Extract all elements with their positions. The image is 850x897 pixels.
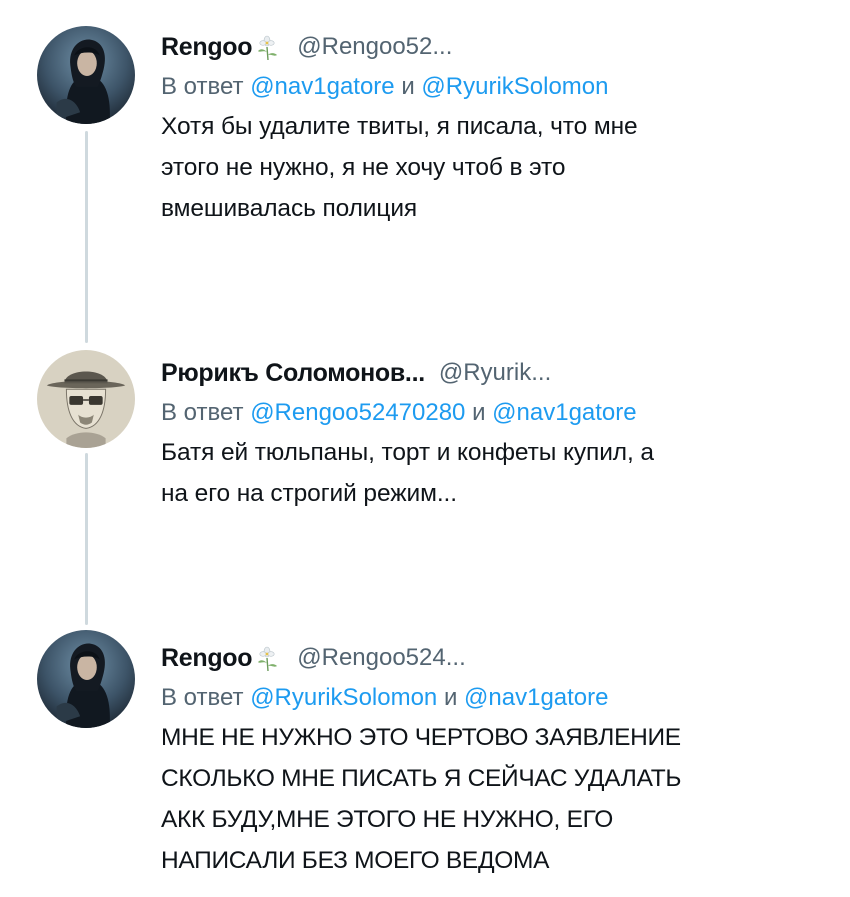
tweet-header: Rengoo @Rengoo52... [161, 30, 810, 64]
display-name[interactable]: Rengoo [161, 644, 253, 673]
reply-thread: Rengoo @Rengoo52... В ответ @nav1gatore … [0, 0, 850, 897]
reply-prefix: В ответ [161, 684, 244, 711]
tweet[interactable]: Rengoo @Rengoo524... В ответ @RyurikSolo… [0, 620, 850, 897]
tweet-header: Рюрикъ Соломонов... @Ryurik... [161, 356, 810, 390]
reply-joiner: и [472, 399, 486, 426]
tweet[interactable]: Рюрикъ Соломонов... @Ryurik... В ответ @… [0, 330, 850, 620]
tweet-text-line: Батя ей тюльпаны, торт и конфеты купил, … [161, 439, 654, 466]
reply-prefix: В ответ [161, 73, 244, 100]
tweet-text: МНЕ НЕ НУЖНО ЭТО ЧЕРТОВО ЗАЯВЛЕНИЕ СКОЛЬ… [161, 717, 810, 881]
mention-link[interactable]: @RyurikSolomon [421, 73, 608, 100]
replying-to: В ответ @Rengoo52470280 и @nav1gatore [161, 397, 810, 429]
mention-link[interactable]: @nav1gatore [464, 684, 608, 711]
tweet-header: Rengoo @Rengoo524... [161, 641, 810, 675]
tweet-text-line: на его на строгий режим... [161, 480, 457, 507]
heisenberg-sketch-avatar [37, 350, 135, 448]
flower-icon [255, 644, 281, 672]
replying-to: В ответ @RyurikSolomon и @nav1gatore [161, 682, 810, 714]
avatar[interactable] [37, 350, 135, 448]
mention-link[interactable]: @Rengoo52470280 [250, 399, 465, 426]
user-handle[interactable]: @Rengoo524... [297, 644, 465, 672]
flower-icon [255, 33, 281, 61]
display-name[interactable]: Рюрикъ Соломонов... [161, 359, 425, 388]
tweet-text: Батя ей тюльпаны, торт и конфеты купил, … [161, 432, 810, 514]
tweet-text-line: Хотя бы удалите твиты, я писала, что мне [161, 113, 638, 140]
replying-to: В ответ @nav1gatore и @RyurikSolomon [161, 71, 810, 103]
reply-prefix: В ответ [161, 399, 244, 426]
reply-joiner: и [401, 73, 415, 100]
mention-link[interactable]: @RyurikSolomon [250, 684, 437, 711]
user-handle[interactable]: @Rengoo52... [297, 33, 452, 61]
tweet[interactable]: Rengoo @Rengoo52... В ответ @nav1gatore … [0, 0, 850, 330]
tweet-text-line: вмешивалась полиция [161, 195, 418, 222]
tweet-text-line: этого не нужно, я не хочу чтоб в это [161, 154, 566, 181]
tweet-text: Хотя бы удалите твиты, я писала, что мне… [161, 106, 810, 229]
display-name[interactable]: Rengoo [161, 33, 253, 62]
tweet-text-line: СКОЛЬКО МНЕ ПИСАТЬ Я СЕЙЧАС УДАЛАТЬ [161, 765, 682, 792]
girl-dark-portrait-avatar [37, 630, 135, 728]
user-handle[interactable]: @Ryurik... [439, 359, 551, 387]
mention-link[interactable]: @nav1gatore [250, 73, 394, 100]
tweet-text-line: АКК БУДУ,МНЕ ЭТОГО НЕ НУЖНО, ЕГО [161, 806, 613, 833]
girl-dark-portrait-avatar [37, 26, 135, 124]
avatar[interactable] [37, 630, 135, 728]
reply-joiner: и [443, 684, 458, 711]
mention-link[interactable]: @nav1gatore [492, 399, 636, 426]
tweet-text-line: НАПИСАЛИ БЕЗ МОЕГО ВЕДОМА [161, 847, 550, 874]
avatar[interactable] [37, 26, 135, 124]
tweet-text-line: МНЕ НЕ НУЖНО ЭТО ЧЕРТОВО ЗАЯВЛЕНИЕ [161, 724, 681, 751]
